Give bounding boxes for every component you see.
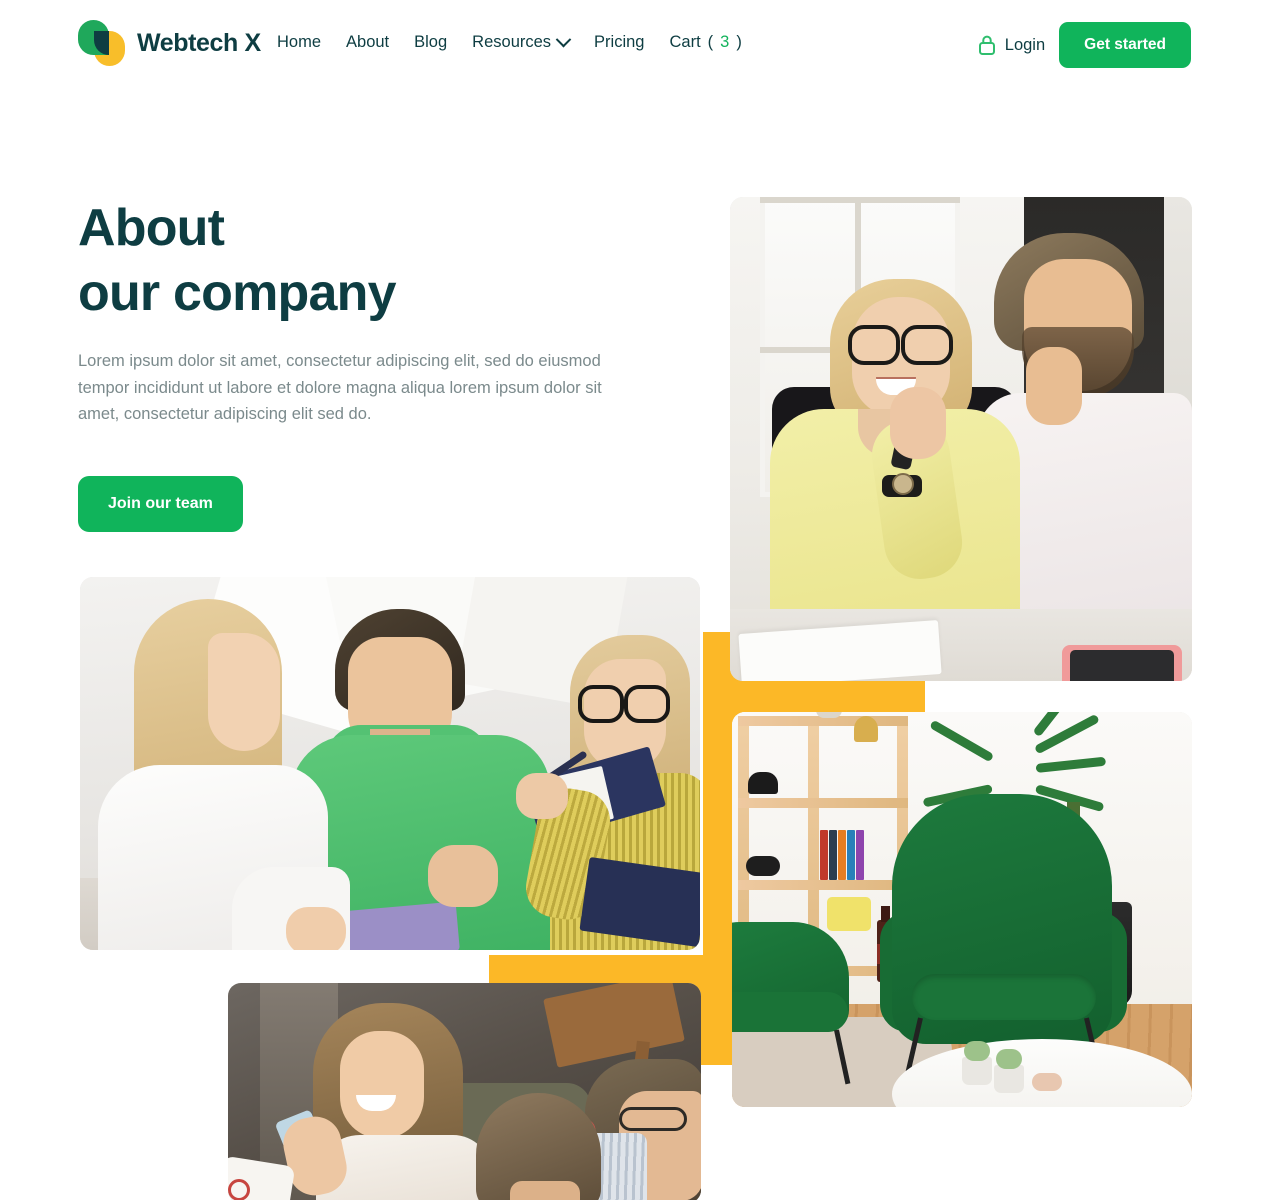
- brand-name: Webtech X: [137, 28, 261, 57]
- main-navigation: Home About Blog Resources Pricing Cart (3…: [277, 31, 742, 52]
- nav-item-home[interactable]: Home: [277, 33, 321, 52]
- nav-item-cart[interactable]: Cart (3): [669, 33, 741, 52]
- chevron-down-icon: [555, 31, 572, 48]
- leaf-logo-icon: [78, 20, 125, 66]
- nav-label-home: Home: [277, 33, 322, 51]
- cart-paren-open: (: [707, 33, 714, 51]
- cart-paren-close: ): [736, 33, 742, 51]
- brand-logo[interactable]: Webtech X: [78, 20, 261, 66]
- nav-item-blog[interactable]: Blog: [414, 33, 447, 52]
- page-title-line-2: our company: [78, 264, 397, 322]
- page-root: Webtech X Home About Blog Resources Pric…: [0, 0, 1266, 1200]
- nav-item-resources[interactable]: Resources: [472, 31, 572, 52]
- gallery-image-woman-phone[interactable]: [228, 983, 701, 1200]
- office-pair-scene: [730, 197, 1192, 681]
- woman-phone-scene: [228, 983, 701, 1200]
- cart-count-badge: 3: [720, 33, 730, 51]
- hero-section: About our company Lorem ipsum dolor sit …: [78, 196, 638, 533]
- nav-label-resources: Resources: [472, 33, 552, 51]
- nav-label-pricing: Pricing: [594, 33, 645, 51]
- team-discussion-scene: [80, 577, 700, 950]
- nav-label-about: About: [346, 33, 390, 51]
- site-header: Webtech X Home About Blog Resources Pric…: [0, 0, 1266, 92]
- gallery-image-office-pair[interactable]: [730, 197, 1192, 681]
- gallery-image-team-discussion[interactable]: [80, 577, 700, 950]
- cart-label: Cart: [669, 33, 701, 51]
- login-link[interactable]: Login: [978, 35, 1045, 55]
- login-label: Login: [1004, 35, 1046, 54]
- nav-item-about[interactable]: About: [346, 33, 389, 52]
- gallery-image-lounge-chair[interactable]: [732, 712, 1192, 1107]
- page-title-line-1: About: [78, 199, 225, 257]
- lock-icon: [978, 35, 995, 55]
- lounge-chair-scene: [732, 712, 1192, 1107]
- nav-item-pricing[interactable]: Pricing: [594, 33, 644, 52]
- nav-label-blog: Blog: [414, 33, 448, 51]
- join-our-team-button[interactable]: Join our team: [78, 476, 243, 533]
- hero-paragraph: Lorem ipsum dolor sit amet, consectetur …: [78, 352, 602, 424]
- get-started-button[interactable]: Get started: [1059, 22, 1191, 68]
- header-actions: Login Get started: [978, 22, 1191, 68]
